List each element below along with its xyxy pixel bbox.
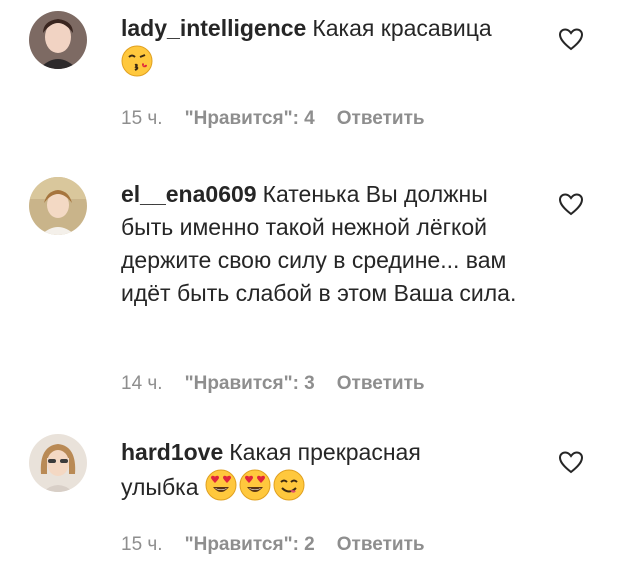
reply-button[interactable]: Ответить [337,373,425,394]
comment-time: 14 ч. [121,373,163,394]
comment-username[interactable]: hard1ove [121,439,223,465]
comment-time: 15 ч. [121,534,163,555]
heart-outline-icon [558,193,584,216]
avatar[interactable] [29,177,87,235]
comment-text-block: el__ena0609 Катенька Вы должны быть именн… [121,178,541,310]
comment-text: Какая красавица [312,15,492,41]
heart-outline-icon [558,451,584,474]
like-button[interactable] [557,449,585,475]
comment-username[interactable]: el__ena0609 [121,181,257,207]
comment-meta: 14 ч. "Нравится": 3 Ответить [121,373,447,397]
comment-likes[interactable]: "Нравится": 2 [185,534,315,555]
like-button[interactable] [557,26,585,52]
comment-meta: 15 ч. "Нравится": 2 Ответить [121,534,447,558]
like-button[interactable] [557,191,585,217]
comment-username[interactable]: lady_intelligence [121,15,306,41]
avatar[interactable] [29,434,87,492]
face-blowing-kiss-emoji [121,45,153,77]
reply-button[interactable]: Ответить [337,108,425,129]
comment-likes[interactable]: "Нравится": 4 [185,108,315,129]
reply-button[interactable]: Ответить [337,534,425,555]
avatar[interactable] [29,11,87,69]
comment-text-block: lady_intelligence Какая красавица [121,12,551,80]
comment-likes[interactable]: "Нравится": 3 [185,373,315,394]
savoring-food-emoji [273,469,305,501]
heart-outline-icon [558,28,584,51]
comment-meta: 15 ч. "Нравится": 4 Ответить [121,108,447,132]
heart-eyes-emoji [239,469,271,501]
comment-time: 15 ч. [121,108,163,129]
comment-text-block: hard1ove Какая прекрасная улыбка [121,436,471,504]
heart-eyes-emoji [205,469,237,501]
